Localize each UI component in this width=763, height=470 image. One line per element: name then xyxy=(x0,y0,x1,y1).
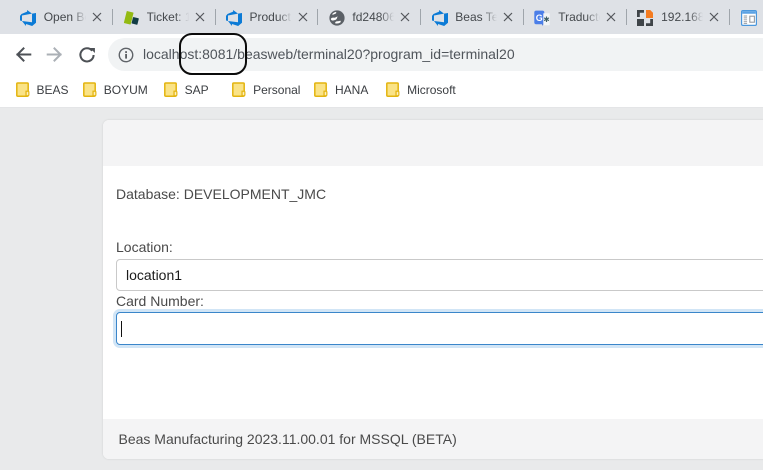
svg-text:G: G xyxy=(536,12,543,22)
svg-text:✱: ✱ xyxy=(544,14,551,23)
